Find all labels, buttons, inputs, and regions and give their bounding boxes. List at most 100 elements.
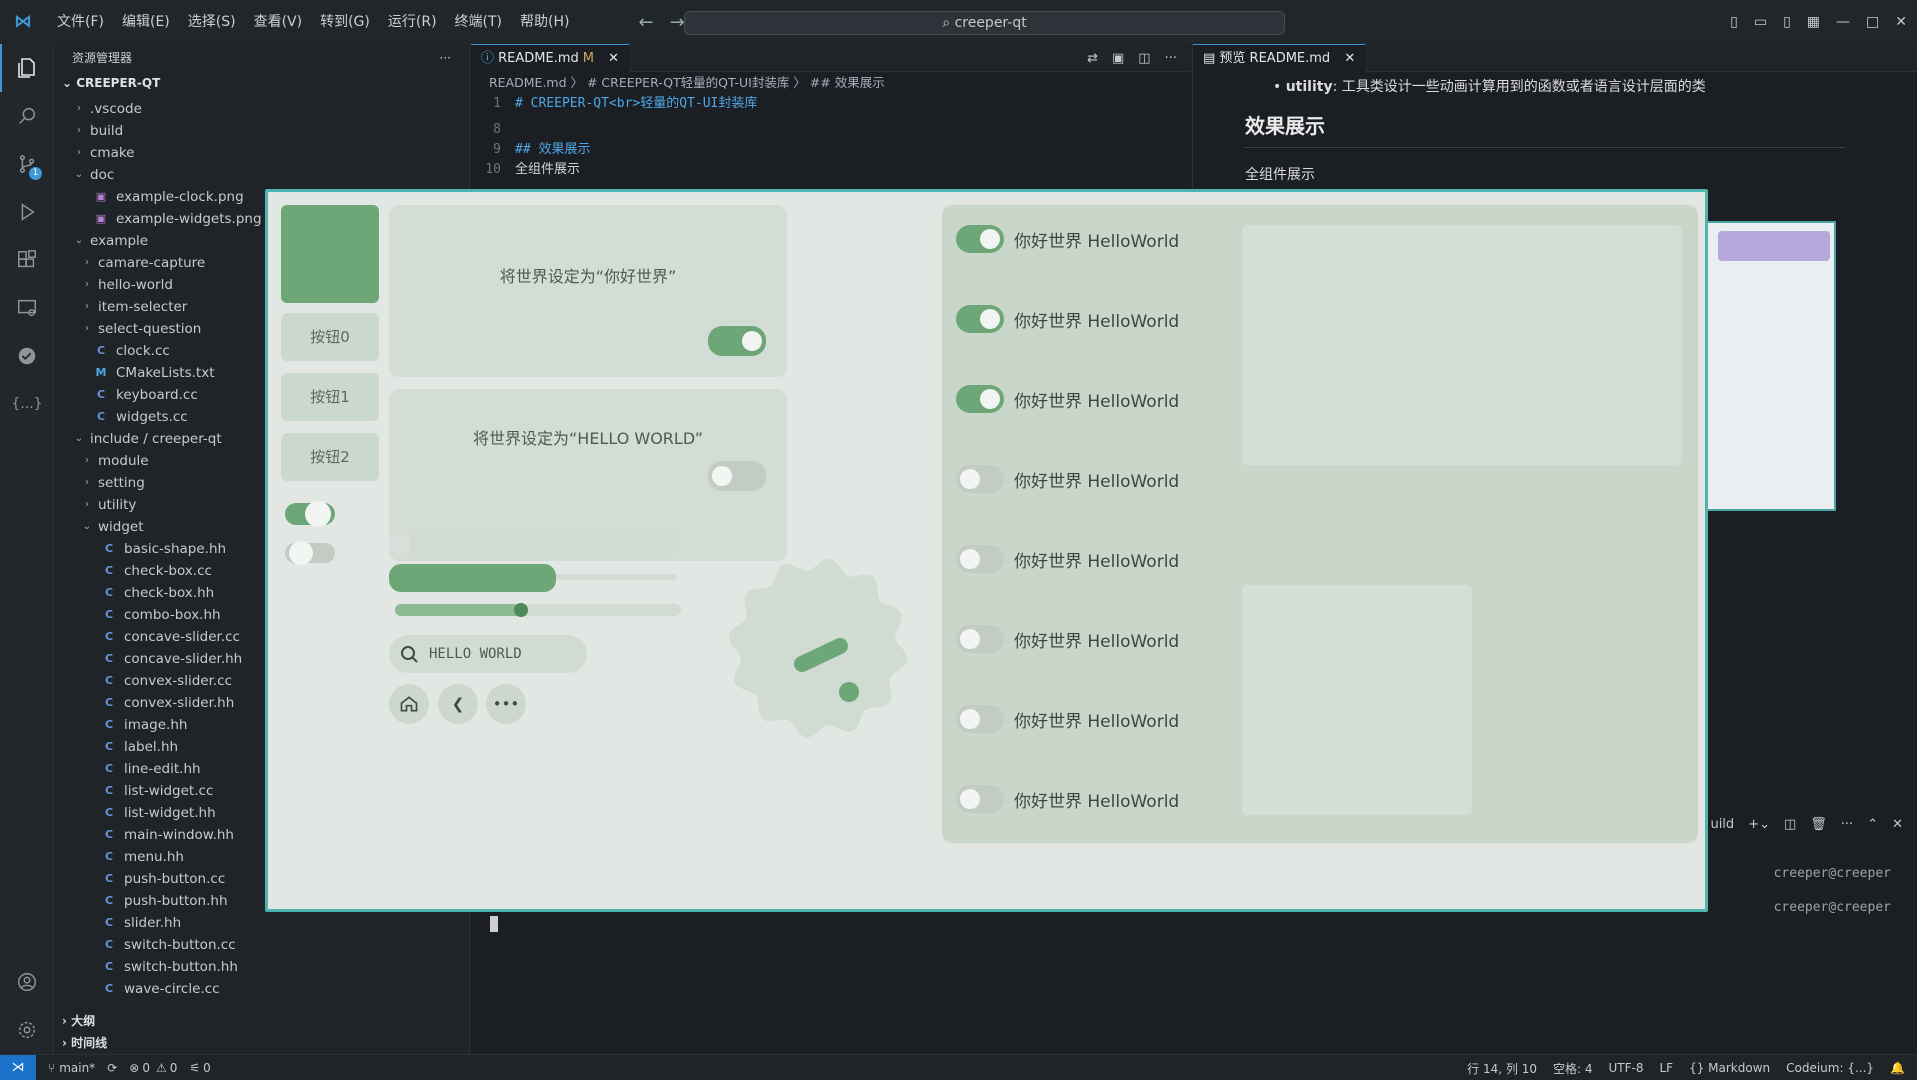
tree-item[interactable]: Cslider.hh: [54, 912, 469, 934]
close-tab-icon[interactable]: ✕: [608, 51, 619, 66]
explorer-icon[interactable]: [0, 44, 54, 92]
sync-icon[interactable]: ⟳: [107, 1061, 117, 1075]
trash-icon[interactable]: 🗑: [1810, 817, 1827, 832]
terminal-tab-label[interactable]: uild: [1710, 817, 1734, 832]
more-button[interactable]: •••: [486, 684, 526, 724]
language-mode[interactable]: {} Markdown: [1689, 1061, 1770, 1075]
remote-explorer-icon[interactable]: [0, 284, 54, 332]
tree-item[interactable]: Cwave-circle.cc: [54, 978, 469, 1000]
back-button[interactable]: ❮: [438, 684, 478, 724]
tree-item[interactable]: › build: [54, 120, 469, 142]
run-debug-icon[interactable]: [0, 188, 54, 236]
error-count[interactable]: 0: [142, 1061, 150, 1075]
maximize-panel-icon[interactable]: ⌃: [1867, 817, 1878, 832]
ports-count[interactable]: 0: [203, 1061, 211, 1075]
toggle-switch[interactable]: [956, 305, 1004, 333]
toggle-knob: [960, 709, 980, 729]
project-root[interactable]: ⌄ CREEPER-QT: [54, 72, 469, 94]
tree-item-label: example-widgets.png: [116, 211, 262, 227]
forward-arrow-icon[interactable]: →: [670, 12, 685, 33]
tree-item[interactable]: › cmake: [54, 142, 469, 164]
toggle-switch[interactable]: [956, 545, 1004, 573]
search-line-edit[interactable]: HELLO WORLD: [389, 635, 587, 673]
tab-readme[interactable]: ⓘ README.md M ✕: [471, 43, 630, 72]
mini-switch-1[interactable]: [285, 501, 335, 527]
source-control-icon[interactable]: 1: [0, 140, 54, 188]
wave-circle-dial[interactable]: [718, 548, 918, 748]
back-arrow-icon[interactable]: ←: [638, 12, 653, 33]
menu-help[interactable]: 帮助(H): [511, 0, 578, 44]
cursor-position[interactable]: 行 14, 列 10: [1467, 1060, 1537, 1077]
menu-terminal[interactable]: 终端(T): [446, 0, 511, 44]
toggle-switch[interactable]: [956, 785, 1004, 813]
timeline-section[interactable]: › 时间线: [54, 1032, 470, 1054]
menu-edit[interactable]: 编辑(E): [113, 0, 179, 44]
progress-knob-1[interactable]: [389, 533, 411, 555]
code-area[interactable]: 1 # CREEPER-QT<br>轻量的QT-UI封装库 8 9 ## 效果展示 …: [471, 94, 1191, 180]
breadcrumb[interactable]: README.md 〉 # CREEPER-QT轻量的QT-UI封装库 〉 ##…: [471, 72, 1191, 94]
warning-count[interactable]: 0: [170, 1061, 178, 1075]
toggle-panel-icon[interactable]: ▭: [1754, 14, 1767, 30]
home-button[interactable]: [389, 684, 429, 724]
maximize-icon[interactable]: □: [1866, 14, 1879, 30]
open-preview-icon[interactable]: ▣: [1112, 51, 1124, 66]
more-actions-icon[interactable]: ···: [440, 44, 451, 72]
toggle-switch[interactable]: [956, 625, 1004, 653]
close-window-icon[interactable]: ✕: [1895, 14, 1907, 30]
testing-icon[interactable]: [0, 332, 54, 380]
new-terminal-icon[interactable]: +⌄: [1748, 817, 1770, 832]
close-tab-icon[interactable]: ✕: [1344, 51, 1355, 66]
settings-gear-icon[interactable]: [0, 1006, 54, 1054]
toggle-switch[interactable]: [956, 465, 1004, 493]
menu-view[interactable]: 查看(V): [245, 0, 312, 44]
encoding[interactable]: UTF-8: [1608, 1061, 1643, 1075]
more-actions-icon[interactable]: ···: [1841, 817, 1853, 832]
push-button-0[interactable]: 按钮0: [281, 313, 379, 361]
slider-handle[interactable]: [514, 603, 528, 617]
tree-item-label: convex-slider.cc: [124, 673, 233, 689]
push-button-2[interactable]: 按钮2: [281, 433, 379, 481]
card2-switch[interactable]: [708, 461, 766, 491]
line-ending[interactable]: LF: [1659, 1061, 1673, 1075]
account-icon[interactable]: [0, 958, 54, 1006]
menu-go[interactable]: 转到(G): [311, 0, 379, 44]
command-center[interactable]: ⌕ creeper-qt: [684, 11, 1285, 35]
extensions-icon[interactable]: [0, 236, 54, 284]
json-icon[interactable]: {...}: [0, 380, 54, 428]
close-panel-icon[interactable]: ✕: [1892, 817, 1903, 832]
tree-item[interactable]: Cswitch-button.cc: [54, 934, 469, 956]
chevron-right-icon: ›: [77, 125, 81, 136]
card1-switch[interactable]: [708, 326, 766, 356]
toggle-sidebar-icon[interactable]: ▯: [1730, 14, 1738, 30]
toggle-switch[interactable]: [956, 225, 1004, 253]
split-editor-icon[interactable]: ◫: [1138, 51, 1150, 66]
toggle-switch[interactable]: [956, 705, 1004, 733]
remote-icon[interactable]: ⋊: [0, 1054, 36, 1080]
tree-item[interactable]: › .vscode: [54, 98, 469, 120]
outline-section[interactable]: › 大纲: [54, 1010, 470, 1032]
mini-switch-2[interactable]: [285, 541, 335, 565]
switch-row: 你好世界 HelloWorld: [956, 304, 1179, 334]
indentation[interactable]: 空格: 4: [1553, 1060, 1593, 1077]
minimize-icon[interactable]: —: [1836, 14, 1850, 30]
error-icon: ⊗: [129, 1060, 140, 1075]
more-actions-icon[interactable]: ···: [1165, 51, 1177, 66]
toggle-switch[interactable]: [956, 385, 1004, 413]
toggle-secondary-sidebar-icon[interactable]: ▯: [1783, 14, 1791, 30]
customize-layout-icon[interactable]: ▦: [1807, 14, 1820, 30]
tab-preview-readme[interactable]: ▤ 预览 README.md ✕: [1193, 43, 1366, 72]
progress-track-1: [389, 532, 681, 554]
branch-name[interactable]: main*: [59, 1061, 95, 1075]
tree-item[interactable]: ⌄ doc: [54, 164, 469, 186]
menu-run[interactable]: 运行(R): [379, 0, 446, 44]
compare-icon[interactable]: ⇄: [1087, 51, 1098, 66]
menu-selection[interactable]: 选择(S): [179, 0, 245, 44]
menu-file[interactable]: 文件(F): [48, 0, 113, 44]
split-terminal-icon[interactable]: ◫: [1784, 817, 1796, 832]
codeium-status[interactable]: Codeium: {...}: [1786, 1061, 1874, 1075]
push-button-1[interactable]: 按钮1: [281, 373, 379, 421]
search-icon[interactable]: [0, 92, 54, 140]
bell-icon[interactable]: 🔔: [1890, 1061, 1905, 1075]
cpp-file-icon: C: [96, 410, 106, 423]
tree-item[interactable]: Cswitch-button.hh: [54, 956, 469, 978]
